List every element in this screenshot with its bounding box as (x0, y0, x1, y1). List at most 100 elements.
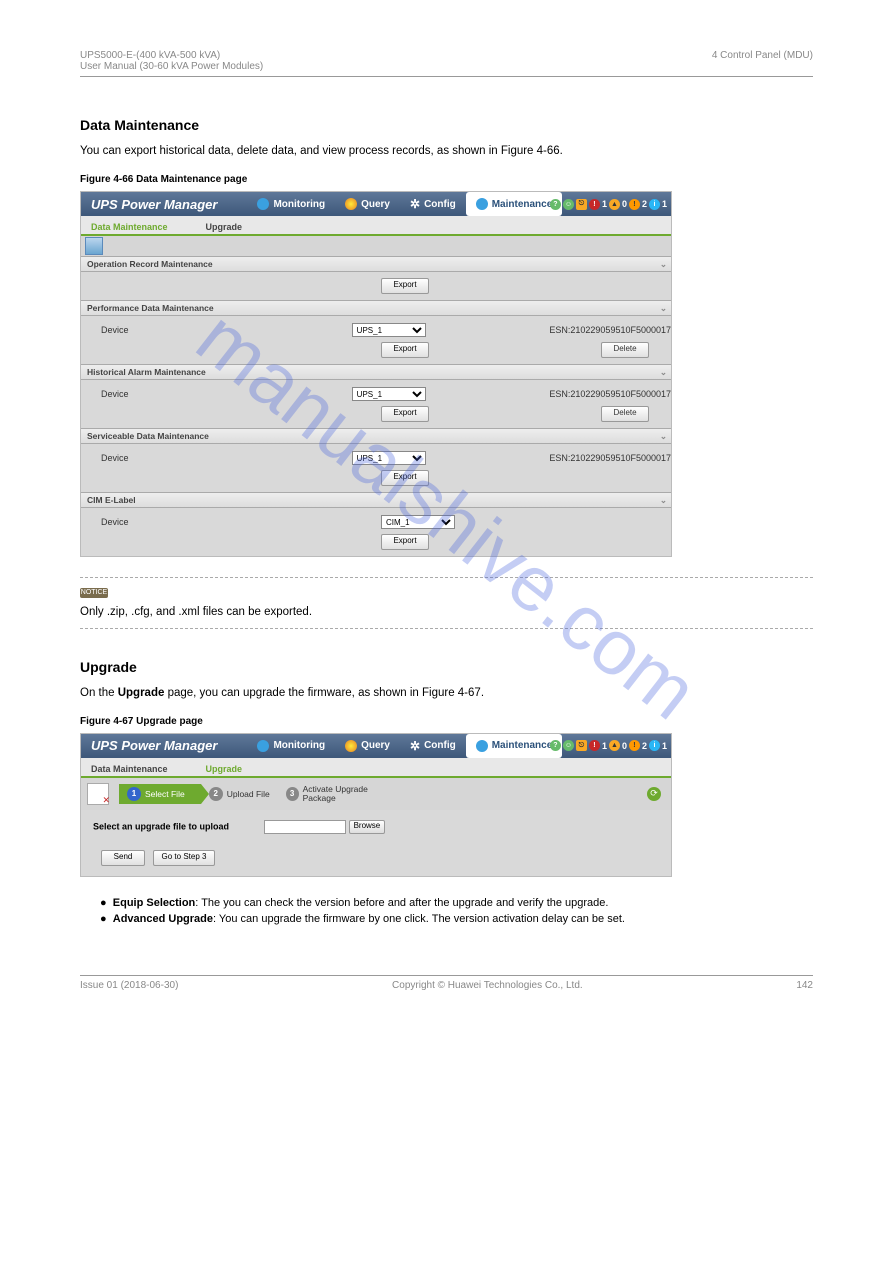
device-select-hist[interactable]: UPS_1 (352, 387, 426, 401)
gear-icon: ✲ (410, 197, 420, 211)
nav-maintenance[interactable]: Maintenance (466, 192, 563, 216)
screenshot-data-maintenance: UPS Power Manager Monitoring Query ✲ Conf… (80, 191, 672, 557)
step-2-upload-file[interactable]: 2Upload File (201, 784, 278, 804)
panel-cim-elabel-header[interactable]: CIM E-Label⌄ (81, 492, 671, 508)
export-button-perf[interactable]: Export (381, 342, 429, 358)
intro-text-1: You can export historical data, delete d… (80, 143, 813, 160)
nav-config[interactable]: ✲ Config (400, 192, 466, 216)
export-button-cim[interactable]: Export (381, 534, 429, 550)
nav-monitoring-2[interactable]: Monitoring (247, 734, 335, 758)
app-brand-2: UPS Power Manager (81, 738, 217, 753)
maintenance-icon (476, 198, 488, 210)
bullet2-text: : You can upgrade the firmware by one cl… (213, 913, 625, 925)
info-alarm-icon[interactable]: i (649, 740, 660, 751)
wizard-step-bar: 1Select File 2Upload File 3Activate Upgr… (81, 778, 671, 810)
nav-maintenance-2[interactable]: Maintenance (466, 734, 563, 758)
refresh-icon[interactable]: ⟳ (647, 787, 661, 801)
delete-button-hist[interactable]: Delete (601, 406, 649, 422)
page-footer: Issue 01 (2018-06-30) Copyright © Huawei… (80, 975, 813, 991)
status-indicator-bar: ? ☺ ⎋ !1 ▲0 !2 i1 (550, 192, 667, 216)
footer-page-num: 142 (796, 980, 813, 991)
major-alarm-icon[interactable]: ▲ (609, 740, 620, 751)
subtab-upgrade[interactable]: Upgrade (202, 220, 247, 234)
nav-monitoring[interactable]: Monitoring (247, 192, 335, 216)
export-button-serv[interactable]: Export (381, 470, 429, 486)
footer-issue: Issue 01 (2018-06-30) (80, 980, 178, 991)
chat-icon[interactable]: ☺ (563, 199, 574, 210)
main-nav: Monitoring Query ✲ Config Maintenance (247, 192, 562, 216)
nav-monitoring-label-2: Monitoring (273, 740, 325, 751)
gear-icon: ✲ (410, 739, 420, 753)
step-number-1: 1 (127, 787, 141, 801)
logout-icon[interactable]: ⎋ (576, 740, 587, 751)
major-count: 0 (622, 199, 627, 209)
logout-icon[interactable]: ⎋ (576, 199, 587, 210)
step-1-select-file[interactable]: 1Select File (119, 784, 201, 804)
esn-perf: ESN:210229059510F5000017 (519, 325, 671, 335)
product-line: UPS5000-E-(400 kVA-500 kVA) (80, 50, 263, 61)
main-nav-2: Monitoring Query ✲Config Maintenance (247, 734, 562, 758)
export-button-op[interactable]: Export (381, 278, 429, 294)
nav-monitoring-label: Monitoring (273, 199, 325, 210)
app-topbar-2: UPS Power Manager Monitoring Query ✲Conf… (81, 734, 671, 758)
nav-query[interactable]: Query (335, 192, 400, 216)
export-button-hist[interactable]: Export (381, 406, 429, 422)
minor-alarm-icon[interactable]: ! (629, 740, 640, 751)
u-intro-c: page, you can upgrade the firmware, as s… (164, 687, 422, 699)
app-topbar: UPS Power Manager Monitoring Query ✲ Conf… (81, 192, 671, 216)
major-alarm-icon[interactable]: ▲ (609, 199, 620, 210)
goto-step-3-button[interactable]: Go to Step 3 (153, 850, 215, 866)
panel-serviceable-header[interactable]: Serviceable Data Maintenance⌄ (81, 428, 671, 444)
info-count: 1 (662, 199, 667, 209)
device-label-serv: Device (81, 453, 322, 463)
u-intro-b: Upgrade (118, 687, 165, 699)
file-path-input[interactable] (264, 820, 346, 834)
critical-count: 1 (602, 199, 607, 209)
query-icon (345, 198, 357, 210)
device-select-serv[interactable]: UPS_1 (352, 451, 426, 465)
help-icon[interactable]: ? (550, 740, 561, 751)
device-select-cim[interactable]: CIM_1 (381, 515, 455, 529)
chevron-down-icon: ⌄ (660, 303, 667, 314)
panel-historical-alarm-header[interactable]: Historical Alarm Maintenance⌄ (81, 364, 671, 380)
minor-alarm-icon[interactable]: ! (629, 199, 640, 210)
subtab-data-maintenance-2[interactable]: Data Maintenance (87, 762, 172, 776)
section-heading-data-maintenance: Data Maintenance (80, 117, 813, 133)
panel-op-title: Operation Record Maintenance (87, 259, 213, 269)
device-select-perf[interactable]: UPS_1 (352, 323, 426, 337)
critical-alarm-icon[interactable]: ! (589, 740, 600, 751)
upload-file-icon[interactable] (87, 783, 109, 805)
panel-serv-title: Serviceable Data Maintenance (87, 431, 209, 441)
upload-section: Select an upgrade file to upload Browse (81, 810, 671, 844)
panel-hist-title: Historical Alarm Maintenance (87, 367, 206, 377)
panel-cim-title: CIM E-Label (87, 495, 136, 505)
nav-query-2[interactable]: Query (335, 734, 400, 758)
critical-alarm-icon[interactable]: ! (589, 199, 600, 210)
app-brand: UPS Power Manager (81, 197, 217, 212)
nav-config-2[interactable]: ✲Config (400, 734, 466, 758)
subtab-bar: Data Maintenance Upgrade (81, 216, 671, 236)
device-label-cim: Device (81, 517, 351, 527)
panel-operation-record-header[interactable]: Operation Record Maintenance⌄ (81, 256, 671, 272)
document-icon[interactable] (85, 237, 103, 255)
footer-copyright: Copyright © Huawei Technologies Co., Ltd… (392, 980, 583, 991)
panel-performance-header[interactable]: Performance Data Maintenance⌄ (81, 300, 671, 316)
subtab-data-maintenance[interactable]: Data Maintenance (87, 220, 172, 234)
bullet1-text: The you can check the version before and… (201, 897, 608, 909)
help-icon[interactable]: ? (550, 199, 561, 210)
manual-title: User Manual (30-60 kVA Power Modules) (80, 61, 263, 72)
info-alarm-icon[interactable]: i (649, 199, 660, 210)
subtab-upgrade-2[interactable]: Upgrade (202, 762, 247, 776)
nav-config-label: Config (424, 199, 456, 210)
notice-box: NOTICE Only .zip, .cfg, and .xml files c… (80, 577, 813, 628)
monitor-icon (257, 740, 269, 752)
intro-text-2: On the Upgrade page, you can upgrade the… (80, 685, 813, 702)
chat-icon[interactable]: ☺ (563, 740, 574, 751)
status-indicator-bar-2: ? ☺ ⎋ !1 ▲0 !2 i1 (550, 734, 667, 758)
send-button[interactable]: Send (101, 850, 145, 866)
step-3-activate[interactable]: 3Activate Upgrade Package (278, 784, 404, 804)
step-number-3: 3 (286, 787, 299, 801)
upload-prompt-label: Select an upgrade file to upload (93, 821, 229, 831)
browse-button[interactable]: Browse (349, 820, 386, 834)
delete-button-perf[interactable]: Delete (601, 342, 649, 358)
